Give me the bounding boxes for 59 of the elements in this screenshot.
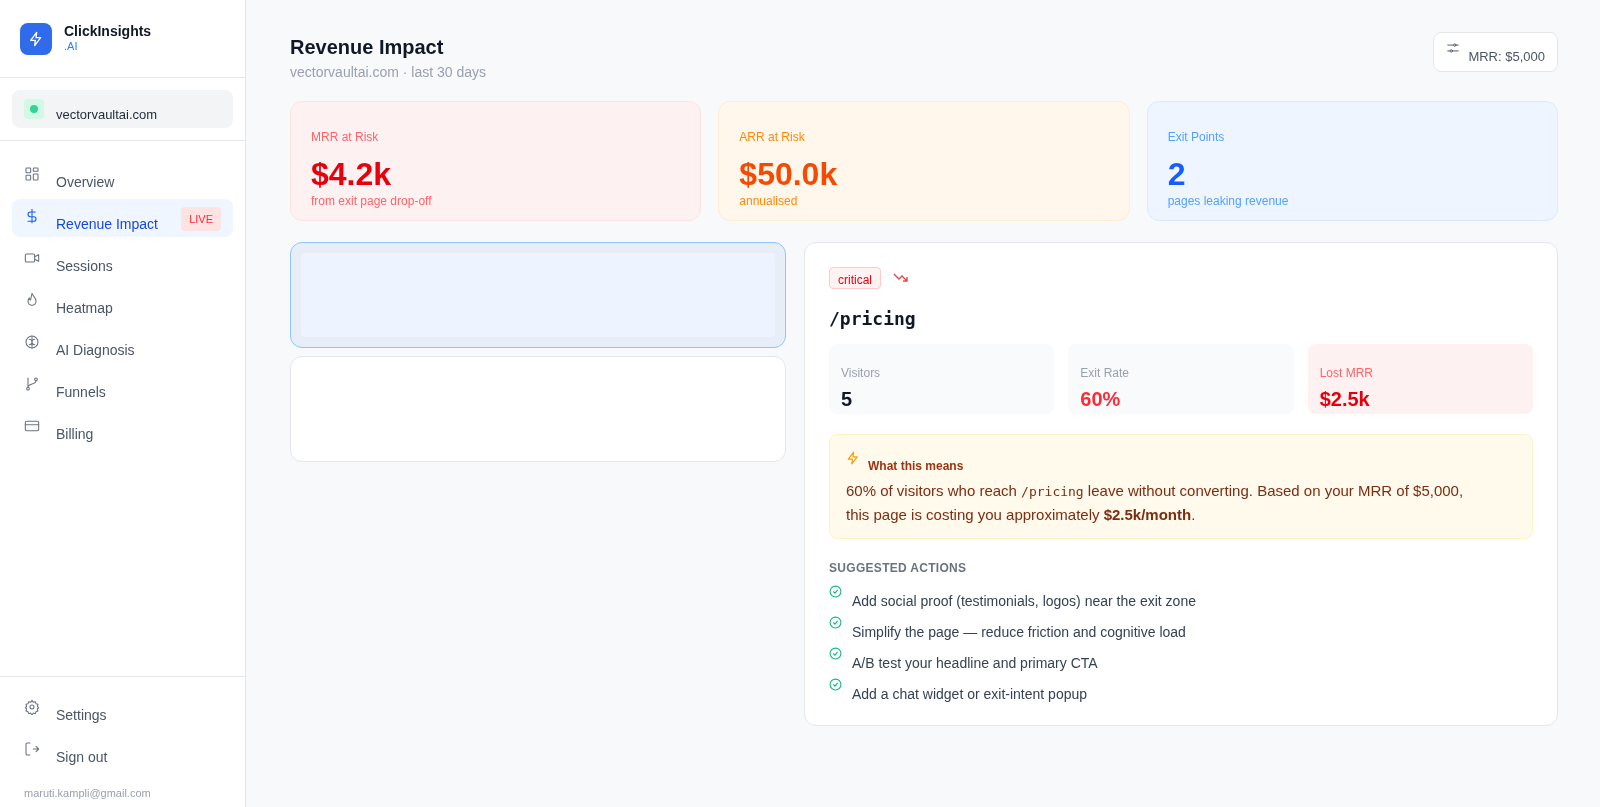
exit-page-card[interactable] bbox=[290, 242, 786, 348]
nav-item[interactable]: Sessions bbox=[12, 241, 233, 279]
grid-icon bbox=[24, 166, 40, 182]
metric-label: Exit Rate bbox=[1080, 365, 1130, 382]
site-selector[interactable]: vectorvaultai.com bbox=[12, 90, 233, 128]
nav-item[interactable]: Heatmap bbox=[12, 283, 233, 321]
metric-value: 5 bbox=[841, 387, 854, 412]
nav-item[interactable]: Billing bbox=[12, 409, 233, 447]
insight-text: 60% of visitors who reach /pricing leave without converting. Based on your MRR of $5,000, this page is costing you approximately $2.5k/month. bbox=[846, 481, 1465, 525]
section-heading: SUGGESTED ACTIONS bbox=[829, 560, 968, 577]
severity-badge: critical bbox=[829, 267, 881, 289]
action-item: Simplify the page — reduce friction and cognitive load bbox=[852, 623, 1186, 642]
metric-label: Visitors bbox=[841, 365, 882, 382]
mrr-button[interactable]: MRR: $5,000 bbox=[1433, 32, 1558, 72]
credit-card-icon bbox=[24, 418, 40, 434]
nav-item[interactable]: Settings bbox=[12, 693, 233, 731]
metric-value: $2.5k bbox=[1319, 387, 1371, 412]
nav-item[interactable]: Overview bbox=[12, 157, 233, 195]
sign-out-icon bbox=[24, 741, 40, 757]
stat-note: from exit page drop-off bbox=[311, 193, 433, 210]
branch-icon bbox=[24, 376, 40, 392]
stat-value: $4.2k bbox=[311, 158, 393, 190]
metric-label: Lost MRR bbox=[1319, 365, 1374, 382]
logo-icon bbox=[20, 22, 52, 55]
page-subtitle: vectorvaultai.com · last 30 days bbox=[290, 63, 487, 82]
page-title: Revenue Impact bbox=[290, 35, 445, 60]
action-item: Add a chat widget or exit-intent popup bbox=[852, 685, 1088, 704]
user-email: maruti.kampli@gmail.com bbox=[23, 786, 152, 799]
brand-name: ClickInsights bbox=[64, 22, 152, 41]
settings-icon bbox=[24, 699, 40, 715]
dollar-icon bbox=[24, 208, 40, 224]
sliders-icon bbox=[1446, 41, 1461, 55]
action-item: Add social proof (testimonials, logos) near the exit zone bbox=[852, 592, 1196, 611]
site-domain: vectorvaultai.com bbox=[56, 106, 158, 125]
stat-label: ARR at Risk bbox=[739, 129, 806, 146]
metric-value: 60% bbox=[1080, 387, 1122, 412]
nav-item[interactable]: AI Diagnosis bbox=[12, 325, 233, 363]
stat-value: $50.0k bbox=[739, 158, 839, 190]
nav-item[interactable]: Funnels bbox=[12, 367, 233, 405]
stat-note: pages leaking revenue bbox=[1167, 193, 1290, 210]
brand-suffix: .AI bbox=[64, 40, 79, 55]
stat-value: 2 bbox=[1167, 158, 1187, 190]
stat-label: Exit Points bbox=[1167, 129, 1226, 146]
stat-note: annualised bbox=[739, 193, 799, 210]
lightning-icon bbox=[846, 451, 860, 465]
insight-title: What this means bbox=[868, 458, 964, 475]
flame-icon bbox=[24, 292, 40, 308]
stat-label: MRR at Risk bbox=[311, 129, 380, 146]
video-camera-icon bbox=[24, 250, 40, 266]
nav-item[interactable]: Revenue Impact LIVE bbox=[12, 199, 233, 237]
live-badge: LIVE bbox=[181, 207, 221, 231]
check-circle-icon bbox=[829, 647, 842, 660]
page-path: /pricing bbox=[829, 307, 917, 331]
check-circle-icon bbox=[829, 616, 842, 629]
check-circle-icon bbox=[829, 678, 842, 691]
action-item: A/B test your headline and primary CTA bbox=[852, 654, 1098, 673]
check-circle-icon bbox=[829, 585, 842, 598]
nav-item[interactable]: Sign out bbox=[12, 735, 233, 773]
trend-down-icon bbox=[893, 272, 909, 284]
